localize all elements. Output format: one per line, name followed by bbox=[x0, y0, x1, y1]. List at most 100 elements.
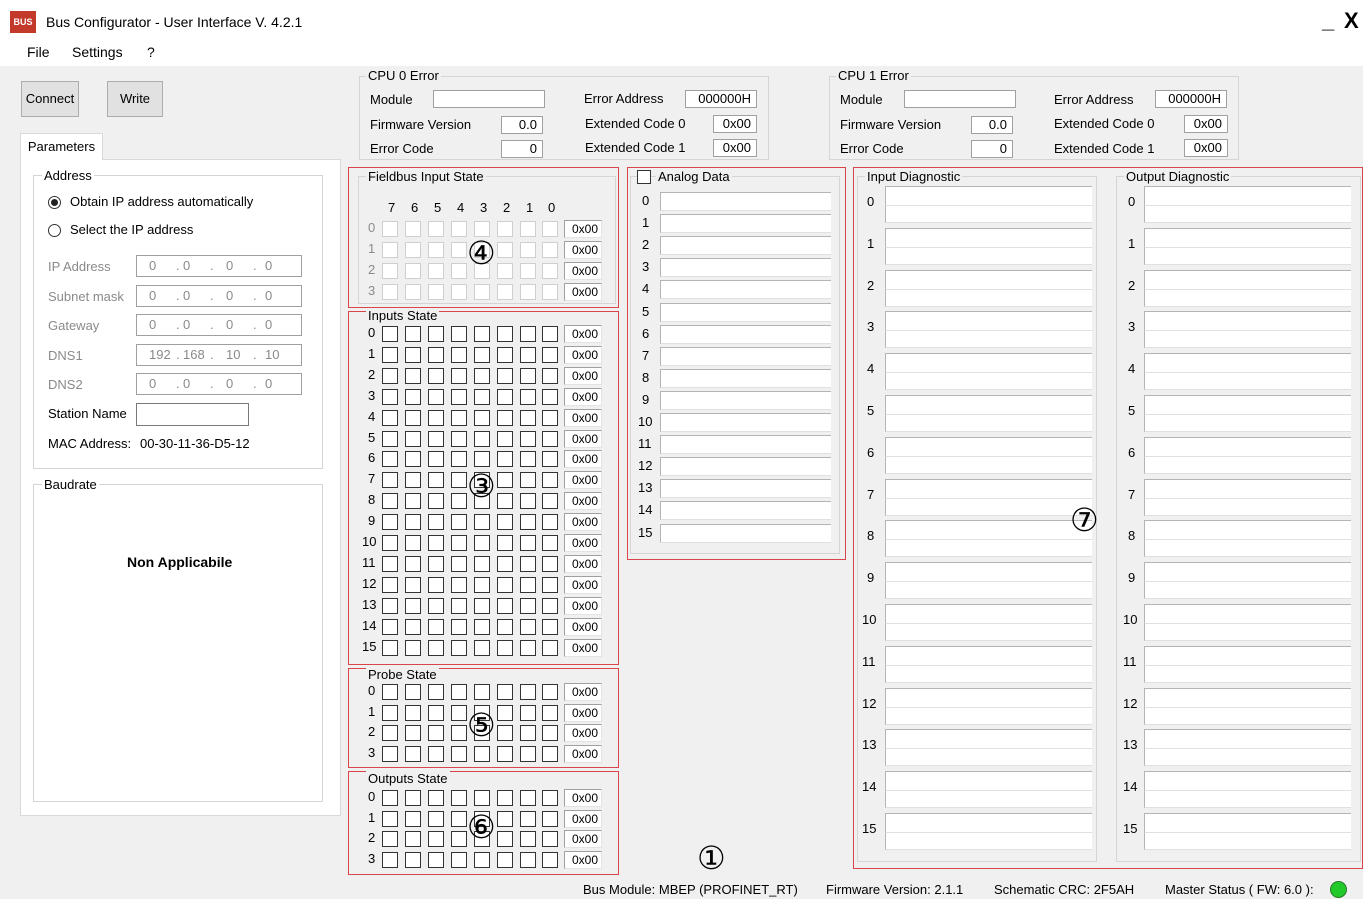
inputs-bit-checkbox[interactable] bbox=[382, 367, 398, 384]
inputs-bit-checkbox[interactable] bbox=[451, 639, 467, 656]
inputs-bit-checkbox[interactable] bbox=[428, 367, 444, 384]
inputs-bit-checkbox[interactable] bbox=[542, 639, 558, 656]
inputs-bit-checkbox[interactable] bbox=[428, 409, 444, 426]
probe-bit-checkbox[interactable] bbox=[382, 684, 398, 700]
inputs-bit-checkbox[interactable] bbox=[382, 535, 398, 551]
inputs-bit-checkbox[interactable] bbox=[542, 346, 558, 363]
probe-bit-checkbox[interactable] bbox=[428, 684, 444, 700]
inputs-bit-checkbox[interactable] bbox=[428, 493, 444, 510]
inputs-bit-checkbox[interactable] bbox=[382, 618, 398, 635]
inputs-bit-checkbox[interactable] bbox=[542, 493, 558, 510]
probe-bit-checkbox[interactable] bbox=[451, 704, 467, 721]
inputs-bit-checkbox[interactable] bbox=[474, 597, 490, 614]
outputs-bit-checkbox[interactable] bbox=[497, 790, 513, 806]
inputs-bit-checkbox[interactable] bbox=[428, 555, 444, 572]
inputs-bit-checkbox[interactable] bbox=[474, 430, 490, 447]
menu-file[interactable]: File bbox=[27, 44, 50, 60]
inputs-bit-checkbox[interactable] bbox=[428, 451, 444, 468]
inputs-bit-checkbox[interactable] bbox=[428, 639, 444, 656]
inputs-bit-checkbox[interactable] bbox=[542, 555, 558, 572]
outputs-bit-checkbox[interactable] bbox=[474, 852, 490, 869]
inputs-bit-checkbox[interactable] bbox=[382, 472, 398, 489]
inputs-bit-checkbox[interactable] bbox=[497, 555, 513, 572]
probe-bit-checkbox[interactable] bbox=[520, 684, 536, 700]
inputs-bit-checkbox[interactable] bbox=[382, 514, 398, 531]
inputs-bit-checkbox[interactable] bbox=[474, 346, 490, 363]
probe-bit-checkbox[interactable] bbox=[520, 725, 536, 742]
inputs-bit-checkbox[interactable] bbox=[451, 493, 467, 510]
probe-bit-checkbox[interactable] bbox=[405, 746, 421, 763]
inputs-bit-checkbox[interactable] bbox=[405, 430, 421, 447]
inputs-bit-checkbox[interactable] bbox=[497, 346, 513, 363]
outputs-bit-checkbox[interactable] bbox=[405, 852, 421, 869]
inputs-bit-checkbox[interactable] bbox=[520, 367, 536, 384]
tab-parameters[interactable]: Parameters bbox=[20, 133, 103, 160]
probe-bit-checkbox[interactable] bbox=[474, 746, 490, 763]
inputs-bit-checkbox[interactable] bbox=[542, 409, 558, 426]
inputs-bit-checkbox[interactable] bbox=[428, 514, 444, 531]
inputs-bit-checkbox[interactable] bbox=[520, 409, 536, 426]
outputs-bit-checkbox[interactable] bbox=[542, 810, 558, 827]
inputs-bit-checkbox[interactable] bbox=[520, 493, 536, 510]
outputs-bit-checkbox[interactable] bbox=[405, 810, 421, 827]
outputs-bit-checkbox[interactable] bbox=[474, 790, 490, 806]
probe-bit-checkbox[interactable] bbox=[405, 725, 421, 742]
outputs-bit-checkbox[interactable] bbox=[428, 852, 444, 869]
probe-bit-checkbox[interactable] bbox=[542, 725, 558, 742]
inputs-bit-checkbox[interactable] bbox=[405, 639, 421, 656]
probe-bit-checkbox[interactable] bbox=[542, 704, 558, 721]
inputs-bit-checkbox[interactable] bbox=[474, 535, 490, 551]
inputs-bit-checkbox[interactable] bbox=[497, 597, 513, 614]
probe-bit-checkbox[interactable] bbox=[542, 746, 558, 763]
gateway-input[interactable]: 0.0.0.0 bbox=[136, 314, 302, 336]
inputs-bit-checkbox[interactable] bbox=[382, 346, 398, 363]
outputs-bit-checkbox[interactable] bbox=[451, 790, 467, 806]
analog-data-checkbox[interactable] bbox=[637, 170, 651, 184]
outputs-bit-checkbox[interactable] bbox=[542, 852, 558, 869]
ip-address-input[interactable]: 0.0.0.0 bbox=[136, 255, 302, 277]
probe-bit-checkbox[interactable] bbox=[382, 704, 398, 721]
dns1-input[interactable]: 192. 168. 10. 10 bbox=[136, 344, 302, 366]
inputs-bit-checkbox[interactable] bbox=[520, 639, 536, 656]
probe-bit-checkbox[interactable] bbox=[542, 684, 558, 700]
inputs-bit-checkbox[interactable] bbox=[497, 451, 513, 468]
minimize-button[interactable]: _ bbox=[1322, 8, 1334, 34]
inputs-bit-checkbox[interactable] bbox=[542, 388, 558, 405]
dns2-input[interactable]: 0.0.0.0 bbox=[136, 373, 302, 395]
inputs-bit-checkbox[interactable] bbox=[428, 576, 444, 593]
probe-bit-checkbox[interactable] bbox=[451, 746, 467, 763]
outputs-bit-checkbox[interactable] bbox=[405, 831, 421, 848]
inputs-bit-checkbox[interactable] bbox=[405, 367, 421, 384]
inputs-bit-checkbox[interactable] bbox=[520, 346, 536, 363]
inputs-bit-checkbox[interactable] bbox=[382, 493, 398, 510]
inputs-bit-checkbox[interactable] bbox=[542, 535, 558, 551]
outputs-bit-checkbox[interactable] bbox=[497, 810, 513, 827]
inputs-bit-checkbox[interactable] bbox=[542, 597, 558, 614]
subnet-mask-input[interactable]: 0.0.0.0 bbox=[136, 285, 302, 307]
inputs-bit-checkbox[interactable] bbox=[382, 451, 398, 468]
inputs-bit-checkbox[interactable] bbox=[405, 451, 421, 468]
inputs-bit-checkbox[interactable] bbox=[474, 409, 490, 426]
inputs-bit-checkbox[interactable] bbox=[382, 597, 398, 614]
station-name-input[interactable] bbox=[136, 403, 249, 426]
inputs-bit-checkbox[interactable] bbox=[405, 472, 421, 489]
inputs-bit-checkbox[interactable] bbox=[474, 639, 490, 656]
close-button[interactable]: X bbox=[1344, 8, 1359, 34]
inputs-bit-checkbox[interactable] bbox=[428, 326, 444, 342]
inputs-bit-checkbox[interactable] bbox=[497, 639, 513, 656]
inputs-bit-checkbox[interactable] bbox=[497, 514, 513, 531]
inputs-bit-checkbox[interactable] bbox=[405, 326, 421, 342]
inputs-bit-checkbox[interactable] bbox=[428, 618, 444, 635]
inputs-bit-checkbox[interactable] bbox=[520, 576, 536, 593]
inputs-bit-checkbox[interactable] bbox=[474, 326, 490, 342]
inputs-bit-checkbox[interactable] bbox=[451, 430, 467, 447]
outputs-bit-checkbox[interactable] bbox=[428, 831, 444, 848]
probe-bit-checkbox[interactable] bbox=[382, 725, 398, 742]
inputs-bit-checkbox[interactable] bbox=[542, 514, 558, 531]
outputs-bit-checkbox[interactable] bbox=[520, 852, 536, 869]
outputs-bit-checkbox[interactable] bbox=[497, 831, 513, 848]
inputs-bit-checkbox[interactable] bbox=[520, 514, 536, 531]
inputs-bit-checkbox[interactable] bbox=[451, 535, 467, 551]
probe-bit-checkbox[interactable] bbox=[428, 725, 444, 742]
inputs-bit-checkbox[interactable] bbox=[497, 388, 513, 405]
